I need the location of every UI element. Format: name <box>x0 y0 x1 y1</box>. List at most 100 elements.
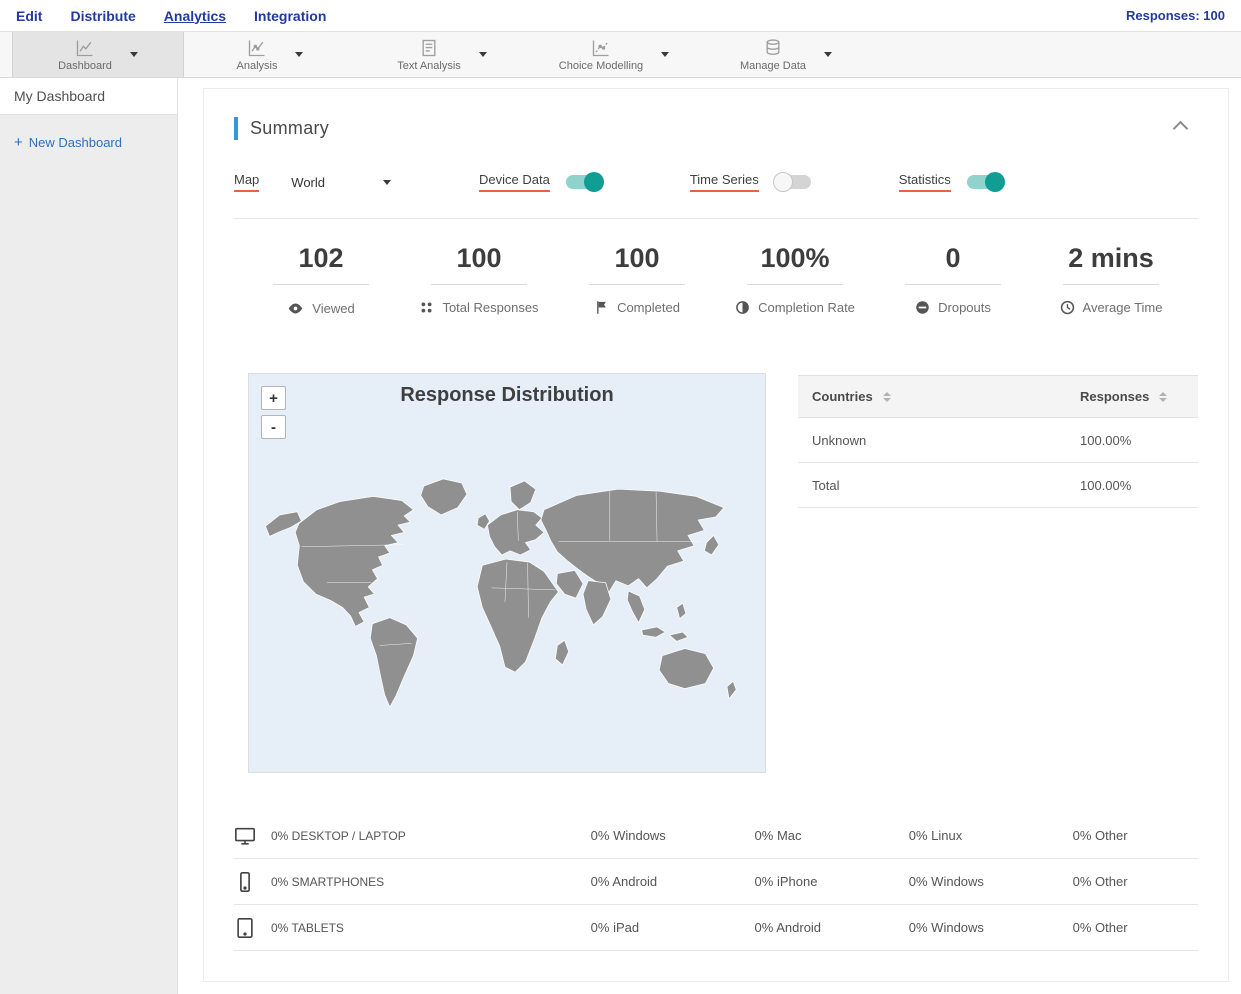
stat-total-responses: 100 Total Responses <box>400 243 558 317</box>
dots-icon <box>419 300 434 315</box>
top-nav: Edit Distribute Analytics Integration Re… <box>0 0 1241 31</box>
toolbar-choice-modelling[interactable]: Choice Modelling <box>528 32 700 77</box>
device-label: 0% DESKTOP / LAPTOP <box>271 828 406 843</box>
toolbar-label: Analysis <box>236 59 278 72</box>
nav-distribute[interactable]: Distribute <box>70 8 135 24</box>
device-cell: 0% iPad <box>590 920 640 935</box>
responses-cell: 100.00% <box>1080 432 1132 448</box>
country-cell: Total <box>812 477 840 493</box>
stat-label: Average Time <box>1082 300 1163 315</box>
toolbar-text-analysis[interactable]: Text Analysis <box>356 32 528 77</box>
chevron-down-icon[interactable] <box>824 52 833 57</box>
zoom-in-button[interactable]: + <box>261 386 286 410</box>
summary-card: Summary Map World Device Data Time Serie… <box>203 88 1229 982</box>
eye-icon <box>287 300 304 317</box>
chevron-down-icon[interactable] <box>129 52 138 57</box>
document-icon <box>419 38 439 58</box>
world-map[interactable] <box>250 418 764 768</box>
plus-icon: + <box>14 134 23 151</box>
responses-count: Responses: 100 <box>1126 8 1225 23</box>
chevron-down-icon[interactable] <box>661 52 670 57</box>
countries-header[interactable]: Countries <box>812 389 873 404</box>
flag-icon <box>594 300 609 315</box>
stat-average-time: 2 mins Average Time <box>1032 243 1190 317</box>
device-cell: 0% Mac <box>754 828 802 843</box>
sidebar-item-label: My Dashboard <box>14 88 106 104</box>
nav-edit[interactable]: Edit <box>16 8 42 24</box>
device-cell: 0% Android <box>590 874 658 889</box>
smartphone-icon <box>234 871 256 893</box>
map-title: Response Distribution <box>400 384 614 406</box>
stat-value: 102 <box>298 243 344 273</box>
stat-value: 100% <box>760 243 830 273</box>
stat-viewed: 102 Viewed <box>242 243 400 317</box>
minus-circle-icon <box>915 300 930 315</box>
device-cell: 0% Other <box>1072 874 1128 889</box>
time-series-label: Time Series <box>689 172 759 192</box>
map-label: Map <box>234 172 260 192</box>
table-row: Total 100.00% <box>798 463 1198 508</box>
toolbar-manage-data[interactable]: Manage Data <box>700 32 872 77</box>
map-region-select[interactable]: World <box>291 174 392 190</box>
device-cell: 0% Other <box>1072 920 1128 935</box>
table-row: Unknown 100.00% <box>798 418 1198 463</box>
countries-table: Countries Responses Unknown 100.00% Tota… <box>798 375 1198 773</box>
responses-cell: 100.00% <box>1080 477 1132 493</box>
accent-bar <box>234 117 238 140</box>
nav-analytics[interactable]: Analytics <box>164 8 226 24</box>
sort-icon[interactable] <box>882 391 891 402</box>
collapse-chevron-icon[interactable] <box>1172 120 1189 137</box>
device-cell: 0% Windows <box>590 828 666 843</box>
new-dashboard-label: New Dashboard <box>28 135 122 150</box>
sort-icon[interactable] <box>1159 391 1168 402</box>
toolbar-dashboard[interactable]: Dashboard <box>12 32 184 77</box>
table-row: 0% TABLETS 0% iPad 0% Android 0% Windows… <box>234 905 1198 951</box>
device-data-toggle[interactable] <box>565 172 604 192</box>
stat-dropouts: 0 Dropouts <box>874 243 1032 317</box>
chevron-down-icon[interactable] <box>478 52 487 57</box>
half-circle-icon <box>735 300 750 315</box>
database-icon <box>763 38 783 58</box>
sidebar-item-my-dashboard[interactable]: My Dashboard <box>0 78 177 115</box>
scatter-chart-icon <box>591 38 611 58</box>
responses-header[interactable]: Responses <box>1080 389 1149 404</box>
device-data-label: Device Data <box>479 172 550 192</box>
stat-completed: 100 Completed <box>558 243 716 317</box>
statistics-toggle[interactable] <box>966 172 1005 192</box>
dashboard-sidebar: My Dashboard + New Dashboard <box>0 78 178 994</box>
countries-table-header: Countries Responses <box>798 375 1198 418</box>
stat-value: 100 <box>614 243 660 273</box>
toolbar-label: Text Analysis <box>397 59 461 72</box>
clock-icon <box>1060 300 1075 315</box>
stat-value: 100 <box>456 243 502 273</box>
nav-integration[interactable]: Integration <box>254 8 326 24</box>
tablet-icon <box>234 917 256 939</box>
main-content: Summary Map World Device Data Time Serie… <box>178 78 1241 994</box>
device-cell: 0% Windows <box>908 920 984 935</box>
toolbar-analysis[interactable]: Analysis <box>184 32 356 77</box>
toolbar-label: Choice Modelling <box>558 59 644 72</box>
table-row: 0% DESKTOP / LAPTOP 0% Windows 0% Mac 0%… <box>234 813 1198 859</box>
analytics-toolbar: Dashboard Analysis Text Analysis Choice … <box>0 31 1241 78</box>
stat-label: Viewed <box>312 301 355 316</box>
new-dashboard-button[interactable]: + New Dashboard <box>14 134 163 151</box>
map-region-value: World <box>291 174 326 190</box>
time-series-toggle[interactable] <box>772 172 811 192</box>
stat-value: 0 <box>945 243 961 273</box>
summary-controls: Map World Device Data Time Series Statis… <box>234 172 1198 219</box>
stat-completion-rate: 100% Completion Rate <box>716 243 874 317</box>
toolbar-label: Manage Data <box>739 59 807 72</box>
chevron-down-icon[interactable] <box>295 52 304 57</box>
toolbar-label: Dashboard <box>58 59 112 72</box>
table-row: 0% SMARTPHONES 0% Android 0% iPhone 0% W… <box>234 859 1198 905</box>
country-cell: Unknown <box>812 432 867 448</box>
stat-label: Dropouts <box>938 300 991 315</box>
device-cell: 0% Windows <box>908 874 984 889</box>
chevron-down-icon <box>383 179 392 185</box>
device-cell: 0% Android <box>754 920 822 935</box>
device-cell: 0% Linux <box>908 828 963 843</box>
summary-title: Summary <box>250 118 330 138</box>
device-label: 0% SMARTPHONES <box>271 874 385 889</box>
stat-label: Completion Rate <box>758 300 855 315</box>
stat-value: 2 mins <box>1068 243 1154 273</box>
